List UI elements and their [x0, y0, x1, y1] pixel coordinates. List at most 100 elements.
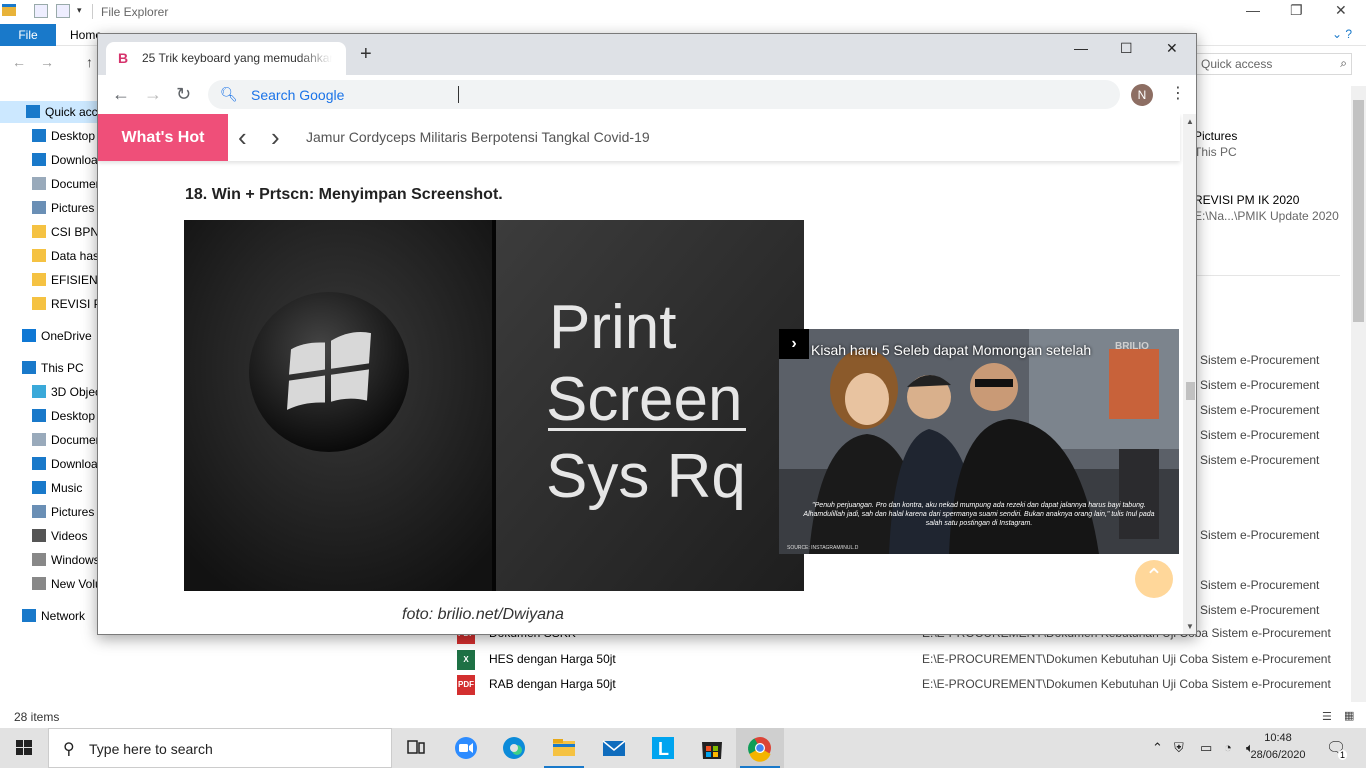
new-tab-icon[interactable]: +: [360, 44, 372, 64]
file-path: E:\E-PROCUREMENT\Dokumen Kebutuhan Uji C…: [922, 652, 1331, 666]
close-icon[interactable]: ✕: [1166, 40, 1178, 57]
close-icon[interactable]: ✕: [1335, 2, 1347, 19]
sidebar-item[interactable]: Desktop: [0, 125, 100, 147]
excel-file-icon: X: [457, 650, 475, 670]
scrollbar-thumb[interactable]: [1353, 100, 1364, 322]
file-path-text: Sistem e-Procurement: [1200, 403, 1320, 417]
page-scrollbar-thumb[interactable]: [1186, 382, 1195, 400]
hot-headline-link[interactable]: Jamur Cordyceps Militaris Berpotensi Tan…: [306, 129, 650, 145]
taskbar: ⚲ Type here to search L ⌃ ⛨ ▭ ◔ 🔈︎ 10:48…: [0, 728, 1366, 768]
address-bar[interactable]: 🔍︎ Search Google: [208, 80, 1120, 109]
chrome-icon[interactable]: [736, 728, 784, 768]
sysrq-key-label: Sys Rq: [546, 442, 746, 511]
next-arrow-icon[interactable]: ›: [271, 122, 280, 152]
sidebar-item-label: Desktop: [51, 129, 96, 143]
maximize-icon[interactable]: ❐: [1290, 2, 1303, 19]
l-app-icon[interactable]: L: [638, 728, 686, 768]
minimize-icon[interactable]: —: [1074, 40, 1088, 56]
battery-icon[interactable]: ▭: [1200, 740, 1212, 756]
file-row[interactable]: PDF RAB dengan Harga 50jt E:\E-PROCUREMENT…: [420, 673, 1366, 698]
mail-icon[interactable]: [590, 728, 638, 768]
help-icon[interactable]: ⌄ ?: [1332, 27, 1352, 41]
sidebar-item[interactable]: EFISIENS: [0, 269, 100, 291]
up-icon[interactable]: ↑: [86, 54, 93, 70]
sidebar-item[interactable]: This PC: [0, 357, 100, 379]
file-path-text: Sistem e-Procurement: [1200, 578, 1320, 592]
sidebar-item[interactable]: REVISI PM: [0, 293, 100, 315]
sidebar-item[interactable]: Documents: [0, 173, 100, 195]
sidebar-item-label: Videos: [51, 529, 88, 543]
item-count: 28 items: [14, 710, 60, 724]
start-button[interactable]: [0, 728, 48, 768]
back-to-top-button[interactable]: ⌃: [1135, 560, 1173, 598]
wifi-icon[interactable]: ◔: [1224, 740, 1232, 755]
page-scrollbar[interactable]: ▲ ▼: [1183, 114, 1196, 634]
sidebar-item[interactable]: Windows: [0, 549, 100, 571]
desktop-icon: [32, 409, 46, 422]
folder-icon: [32, 273, 46, 286]
sidebar-item[interactable]: Music: [0, 477, 100, 499]
security-icon[interactable]: ⛨: [1174, 740, 1184, 756]
more-menu-icon[interactable]: ⋮: [1170, 84, 1186, 104]
file-explorer-icon[interactable]: [540, 728, 588, 768]
expand-chevron-icon[interactable]: ›: [779, 329, 809, 359]
show-hidden-icons-icon[interactable]: ⌃: [1152, 740, 1163, 756]
explorer-search-placeholder: Quick access: [1201, 57, 1273, 71]
edge-icon[interactable]: [490, 728, 538, 768]
forward-icon[interactable]: →: [144, 84, 162, 104]
explorer-scrollbar[interactable]: [1351, 86, 1366, 702]
sidebar-item[interactable]: OneDrive: [0, 325, 100, 347]
maximize-icon[interactable]: ☐: [1120, 40, 1133, 57]
details-view-icon[interactable]: ☰: [1322, 710, 1332, 723]
sidebar-item[interactable]: Quick access: [0, 101, 100, 123]
pictures-icon: [32, 201, 46, 214]
sidebar-item[interactable]: 3D Objects: [0, 381, 100, 403]
tiles-view-icon[interactable]: ▦: [1344, 709, 1354, 722]
taskbar-search-box[interactable]: ⚲ Type here to search: [48, 728, 392, 768]
desktop-icon: [32, 129, 46, 142]
customize-qat-icon[interactable]: ▾: [77, 5, 82, 16]
explorer-search-input[interactable]: Quick access ⌕: [1196, 53, 1352, 75]
browser-tab[interactable]: B 25 Trik keyboard yang memudahkan: [106, 42, 346, 75]
download-icon: [32, 457, 46, 470]
new-folder-icon[interactable]: [56, 4, 70, 18]
sidebar-item[interactable]: Network: [0, 605, 100, 627]
sidebar-item[interactable]: New Volume: [0, 573, 100, 595]
file-row[interactable]: X HES dengan Harga 50jt E:\E-PROCUREMENT\D…: [420, 648, 1366, 673]
prev-arrow-icon[interactable]: ‹: [238, 122, 247, 152]
sidebar-item[interactable]: Videos: [0, 525, 100, 547]
task-view-icon[interactable]: [392, 728, 440, 768]
whats-hot-bar: What's Hot ‹ › Jamur Cordyceps Militaris…: [98, 114, 1180, 161]
sidebar-item[interactable]: Downloads: [0, 453, 100, 475]
reload-icon[interactable]: ↻: [176, 84, 191, 104]
scroll-down-icon[interactable]: ▼: [1186, 622, 1194, 631]
floating-video-player[interactable]: › Kisah haru 5 Seleb dapat Momongan sete…: [779, 329, 1179, 554]
tab-file[interactable]: File: [0, 24, 56, 46]
sidebar-item[interactable]: Data has: [0, 245, 100, 267]
scroll-up-icon[interactable]: ▲: [1186, 117, 1194, 126]
back-icon[interactable]: ←: [12, 54, 26, 70]
page-viewport: What's Hot ‹ › Jamur Cordyceps Militaris…: [98, 114, 1183, 634]
minimize-icon[interactable]: —: [1246, 2, 1260, 18]
pinned-item-name[interactable]: Pictures: [1194, 129, 1237, 143]
clock-time[interactable]: 10:48: [1248, 732, 1308, 744]
cube-icon: [32, 385, 46, 398]
forward-icon[interactable]: →: [40, 54, 54, 70]
sidebar-item[interactable]: CSI BPN: [0, 221, 100, 243]
sidebar-item[interactable]: Downloads: [0, 149, 100, 171]
browser-toolbar: ← → ↻ 🔍︎ Search Google N ⋮: [98, 75, 1196, 114]
file-path-text: Sistem e-Procurement: [1200, 453, 1320, 467]
zoom-icon[interactable]: [442, 728, 490, 768]
back-icon[interactable]: ←: [112, 84, 130, 104]
sidebar-item[interactable]: Desktop: [0, 405, 100, 427]
explorer-title: File Explorer: [101, 5, 169, 19]
properties-icon[interactable]: [34, 4, 48, 18]
video-title[interactable]: Kisah haru 5 Seleb dapat Momongan setela…: [811, 342, 1091, 358]
store-icon[interactable]: [688, 728, 736, 768]
clock-date[interactable]: 28/06/2020: [1240, 749, 1316, 761]
sidebar-item[interactable]: Documents: [0, 429, 100, 451]
profile-avatar[interactable]: N: [1131, 84, 1153, 106]
sidebar-item[interactable]: Pictures: [0, 501, 100, 523]
sidebar-item[interactable]: Pictures: [0, 197, 100, 219]
pinned-item-name[interactable]: REVISI PM IK 2020: [1194, 193, 1299, 207]
